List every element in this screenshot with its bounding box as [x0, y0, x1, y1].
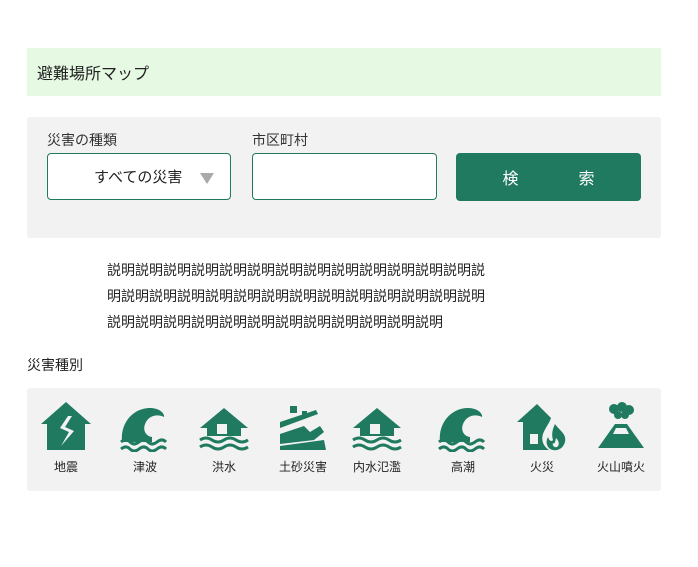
disaster-item-label: 土砂災害 — [278, 460, 327, 474]
disaster-type-selected-value: すべての災害 — [94, 168, 183, 186]
search-button[interactable]: 検 索 — [456, 153, 641, 201]
page-title-bar: 避難場所マップ — [27, 48, 661, 96]
disaster-item-label: 洪水 — [211, 460, 236, 474]
disaster-item-label: 高潮 — [450, 460, 475, 474]
disaster-item-label: 火山噴火 — [596, 460, 645, 474]
volcano-icon — [598, 402, 644, 448]
disaster-item-label: 津波 — [132, 460, 157, 474]
fire-icon — [517, 404, 566, 451]
disaster-item-fire[interactable]: 火災 — [503, 402, 581, 475]
disaster-item-storm-surge[interactable]: 高潮 — [424, 402, 502, 475]
description-line: 説明説明説明説明説明説明説明説明説明説明説明説明 — [107, 315, 443, 331]
description-line: 説明説明説明説明説明説明説明説明説明説明説明説明説明説 — [107, 263, 485, 279]
city-input[interactable] — [252, 153, 437, 200]
chevron-down-icon — [200, 173, 214, 184]
flood-icon — [199, 408, 249, 451]
landslide-icon — [280, 406, 326, 450]
tsunami-icon — [120, 408, 168, 452]
disaster-type-panel: 地震 津波 洪水 土砂災害 内水氾濫 高潮 火災 火山噴火 — [27, 388, 661, 491]
disaster-section-title: 災害種別 — [27, 358, 83, 374]
storm-surge-icon — [438, 408, 486, 452]
description-line: 明説明説明説明説明説明説明説明説明説明説明説明説明説明 — [107, 289, 485, 305]
disaster-item-landslide[interactable]: 土砂災害 — [264, 402, 342, 475]
disaster-type-label: 災害の種類 — [47, 133, 117, 149]
page-title: 避難場所マップ — [37, 64, 150, 83]
search-panel: 災害の種類 市区町村 すべての災害 検 索 — [27, 117, 661, 238]
city-label: 市区町村 — [252, 133, 308, 149]
disaster-type-select[interactable]: すべての災害 — [47, 153, 231, 200]
inland-flood-icon — [352, 408, 402, 451]
disaster-item-tsunami[interactable]: 津波 — [106, 402, 184, 475]
disaster-item-label: 地震 — [53, 460, 78, 474]
disaster-item-volcano[interactable]: 火山噴火 — [582, 402, 660, 475]
disaster-item-label: 内水氾濫 — [352, 460, 401, 474]
disaster-item-label: 火災 — [529, 460, 554, 474]
disaster-item-inland-flood[interactable]: 内水氾濫 — [338, 402, 416, 475]
earthquake-icon — [41, 402, 91, 450]
disaster-item-earthquake[interactable]: 地震 — [27, 402, 105, 475]
disaster-item-flood[interactable]: 洪水 — [185, 402, 263, 475]
description-text: 説明説明説明説明説明説明説明説明説明説明説明説明説明説 明説明説明説明説明説明説… — [107, 258, 547, 336]
